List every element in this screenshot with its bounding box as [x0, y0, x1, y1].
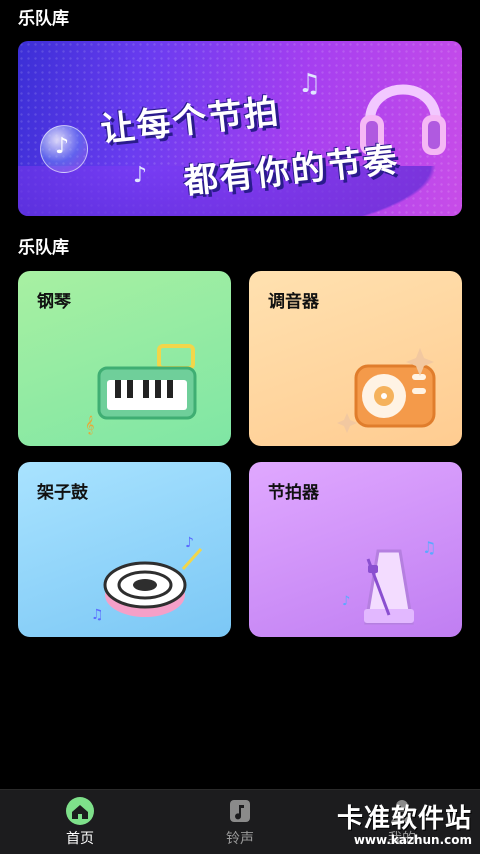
svg-text:♪: ♪: [185, 535, 194, 551]
section-title: 乐队库: [18, 238, 69, 258]
card-drum[interactable]: 架子鼓 ♪ ♫: [18, 462, 231, 637]
watermark: 卡准软件站 www.kazhun.com: [337, 798, 472, 847]
card-piano[interactable]: 钢琴 𝄞: [18, 271, 231, 446]
home-icon: [66, 797, 94, 825]
music-bubble-icon: ♪: [40, 125, 88, 173]
svg-text:𝄞: 𝄞: [85, 415, 94, 435]
piano-icon: 𝄞: [85, 344, 197, 435]
svg-text:♫: ♫: [422, 538, 436, 557]
card-label: 节拍器: [268, 483, 319, 503]
card-tuner[interactable]: 调音器: [249, 271, 462, 446]
music-note-icon: [230, 800, 250, 822]
tab-home[interactable]: 首页: [20, 790, 140, 854]
watermark-url: www.kazhun.com: [353, 833, 472, 847]
card-label: 钢琴: [37, 292, 71, 312]
turntable-icon: [337, 348, 436, 433]
svg-text:♪: ♪: [342, 594, 350, 609]
tab-ringtone[interactable]: 铃声: [180, 790, 300, 854]
svg-text:♫: ♫: [91, 607, 104, 623]
watermark-text: 卡准软件站: [336, 804, 472, 834]
promo-banner[interactable]: ♪ ♪ ♫ 让每个节拍 都有你的节奏: [18, 41, 462, 216]
metronome-icon: ♫ ♪: [342, 538, 436, 625]
tab-label: 铃声: [226, 831, 254, 847]
music-note-icon: ♪: [133, 163, 148, 188]
page-title: 乐队库: [18, 9, 69, 29]
card-label: 调音器: [268, 292, 319, 312]
card-metronome[interactable]: 节拍器 ♫ ♪: [249, 462, 462, 637]
card-label: 架子鼓: [37, 483, 88, 503]
tab-label: 首页: [66, 831, 94, 847]
drum-icon: ♪ ♫: [91, 535, 203, 623]
music-note-icon: ♫: [298, 69, 322, 99]
